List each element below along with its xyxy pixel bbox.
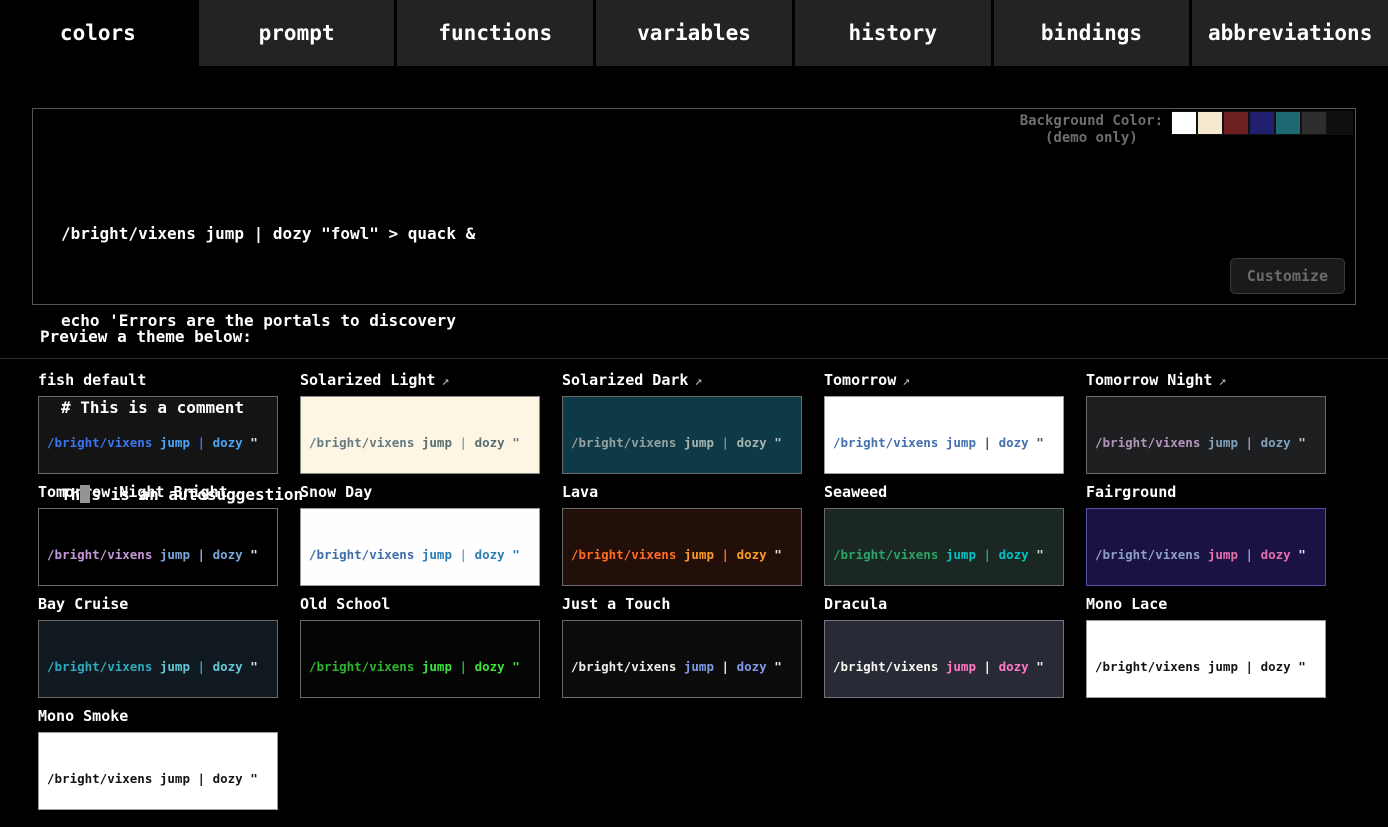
tab-history[interactable]: history <box>795 0 994 66</box>
theme-card[interactable]: Dracula↗ /bright/vixens jump | dozy " ec… <box>824 595 1064 698</box>
background-swatch[interactable] <box>1171 111 1197 135</box>
theme-line-command: /bright/vixens jump | dozy " <box>1095 659 1317 676</box>
segment-path: /bright/vixens <box>571 659 676 674</box>
theme-line-command: /bright/vixens jump | dozy " <box>833 659 1055 676</box>
theme-name-label: Just a Touch <box>562 595 670 613</box>
tab-colors[interactable]: colors <box>0 0 199 66</box>
segment-path: /bright/vixens <box>309 659 414 674</box>
segment-jump: jump <box>152 771 190 786</box>
tab-bindings[interactable]: bindings <box>994 0 1193 66</box>
theme-name-label: Mono Lace <box>1086 595 1167 613</box>
theme-preview[interactable]: /bright/vixens jump | dozy " echo 'Error… <box>38 732 278 810</box>
theme-name-label: Bay Cruise <box>38 595 128 613</box>
segment-quote: " <box>1029 659 1044 674</box>
theme-preview[interactable]: /bright/vixens jump | dozy " echo 'Error… <box>38 620 278 698</box>
segment-path: /bright/vixens <box>1095 659 1200 674</box>
theme-card[interactable]: Mono Smoke↗ /bright/vixens jump | dozy "… <box>38 707 278 810</box>
segment-dozy: dozy <box>729 659 767 674</box>
background-swatch[interactable] <box>1327 111 1353 135</box>
autosuggestion-suffix: s is an autosuggestion <box>91 485 303 504</box>
theme-name-label: Dracula <box>824 595 887 613</box>
segment-path: /bright/vixens <box>47 771 152 786</box>
segment-jump: jump <box>414 659 452 674</box>
segment-dozy: dozy <box>467 659 505 674</box>
tab-prompt[interactable]: prompt <box>199 0 398 66</box>
background-swatch[interactable] <box>1275 111 1301 135</box>
tab-variables[interactable]: variables <box>596 0 795 66</box>
background-swatch[interactable] <box>1301 111 1327 135</box>
theme-name[interactable]: Dracula↗ <box>824 595 1064 616</box>
tab-abbreviations[interactable]: abbreviations <box>1192 0 1388 66</box>
background-color-label-line1: Background Color: <box>1020 113 1163 130</box>
theme-card[interactable]: Just a Touch↗ /bright/vixens jump | dozy… <box>562 595 802 698</box>
background-color-label-line2: (demo only) <box>1020 130 1163 147</box>
theme-name[interactable]: Bay Cruise↗ <box>38 595 278 616</box>
background-swatch[interactable] <box>1197 111 1223 135</box>
segment-dozy: dozy <box>205 659 243 674</box>
terminal-sample: /bright/vixens jump | dozy "fowl" > quac… <box>33 109 1355 567</box>
segment-quote: " <box>505 659 520 674</box>
segment-pipe: | <box>1238 659 1253 674</box>
segment-pipe: | <box>190 771 205 786</box>
sample-line-comment: # This is a comment <box>61 393 1355 422</box>
theme-line-command: /bright/vixens jump | dozy " <box>47 771 269 788</box>
segment-path: /bright/vixens <box>833 659 938 674</box>
background-color-label: Background Color: (demo only) <box>1020 113 1163 147</box>
theme-preview[interactable]: /bright/vixens jump | dozy " echo 'Error… <box>1086 620 1326 698</box>
theme-card[interactable]: Mono Lace↗ /bright/vixens jump | dozy " … <box>1086 595 1326 698</box>
background-swatch[interactable] <box>1223 111 1249 135</box>
theme-card[interactable]: Old School↗ /bright/vixens jump | dozy "… <box>300 595 540 698</box>
segment-pipe: | <box>714 659 729 674</box>
segment-jump: jump <box>152 659 190 674</box>
theme-name-label: Old School <box>300 595 390 613</box>
theme-line-command: /bright/vixens jump | dozy " <box>571 659 793 676</box>
tab-bar: colors prompt functions variables histor… <box>0 0 1388 66</box>
theme-name[interactable]: Old School↗ <box>300 595 540 616</box>
autosuggestion-prefix: Th <box>61 485 80 504</box>
segment-pipe: | <box>190 659 205 674</box>
segment-jump: jump <box>1200 659 1238 674</box>
theme-line-command: /bright/vixens jump | dozy " <box>309 659 531 676</box>
segment-quote: " <box>767 659 782 674</box>
theme-card[interactable]: Bay Cruise↗ /bright/vixens jump | dozy "… <box>38 595 278 698</box>
sample-line-command: /bright/vixens jump | dozy "fowl" > quac… <box>61 219 1355 248</box>
theme-preview[interactable]: /bright/vixens jump | dozy " echo 'Error… <box>562 620 802 698</box>
sample-line-autosuggestion: Th s is an autosuggestion <box>61 480 1355 509</box>
segment-jump: jump <box>938 659 976 674</box>
theme-line-command: /bright/vixens jump | dozy " <box>47 659 269 676</box>
segment-dozy: dozy <box>1253 659 1291 674</box>
segment-pipe: | <box>452 659 467 674</box>
customize-button[interactable]: Customize <box>1230 258 1345 294</box>
segment-dozy: dozy <box>991 659 1029 674</box>
theme-name[interactable]: Mono Lace↗ <box>1086 595 1326 616</box>
theme-preview[interactable]: /bright/vixens jump | dozy " echo 'Error… <box>300 620 540 698</box>
theme-name[interactable]: Mono Smoke↗ <box>38 707 278 728</box>
background-swatch[interactable] <box>1249 111 1275 135</box>
theme-name-label: Mono Smoke <box>38 707 128 725</box>
theme-preview[interactable]: /bright/vixens jump | dozy " echo 'Error… <box>824 620 1064 698</box>
segment-quote: " <box>243 659 258 674</box>
sample-line-quote: echo 'Errors are the portals to discover… <box>61 306 1355 335</box>
cursor-block <box>80 485 90 503</box>
segment-pipe: | <box>976 659 991 674</box>
tab-functions[interactable]: functions <box>397 0 596 66</box>
segment-quote: " <box>1291 659 1306 674</box>
segment-dozy: dozy <box>205 771 243 786</box>
background-swatches <box>1171 111 1353 135</box>
theme-name[interactable]: Just a Touch↗ <box>562 595 802 616</box>
segment-quote: " <box>243 771 258 786</box>
current-theme-preview: Background Color: (demo only) /bright/vi… <box>32 108 1356 305</box>
segment-path: /bright/vixens <box>47 659 152 674</box>
segment-jump: jump <box>676 659 714 674</box>
